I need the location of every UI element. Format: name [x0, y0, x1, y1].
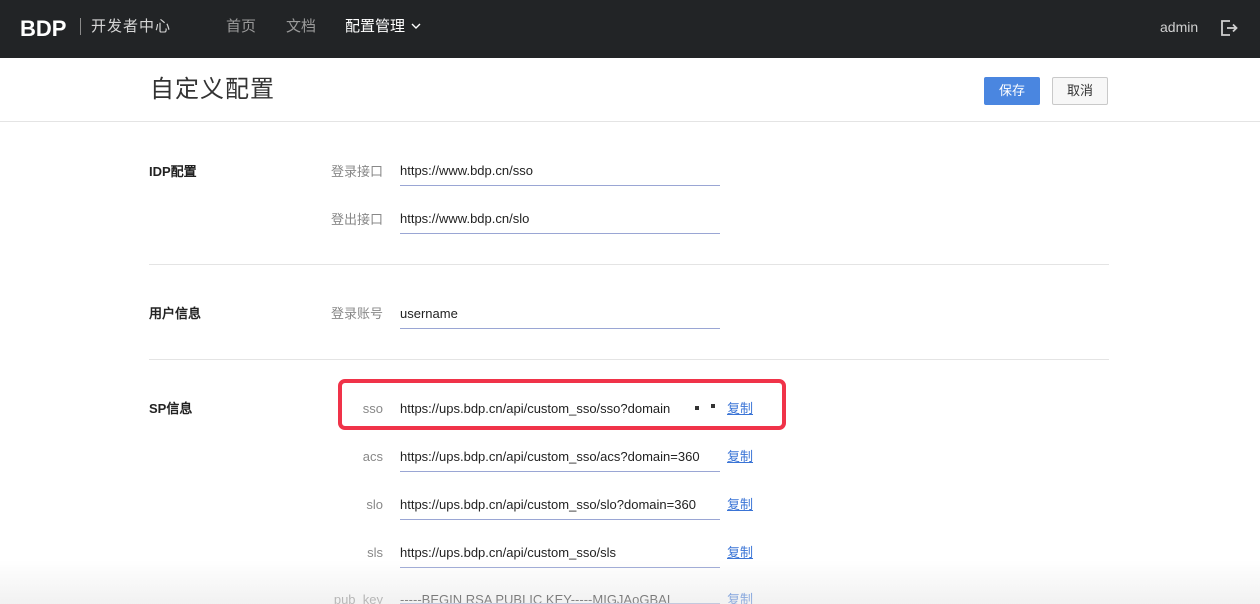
nav-config-management[interactable]: 配置管理 [345, 17, 421, 37]
field-label-sls: sls [367, 545, 383, 560]
logout-endpoint-value: https://www.bdp.cn/slo [400, 211, 530, 226]
login-account-input[interactable]: username [400, 305, 720, 329]
bdp-logo-mark: BDP [20, 17, 66, 39]
acs-url-field[interactable]: https://ups.bdp.cn/api/custom_sso/acs?do… [400, 448, 720, 472]
field-label-sso: sso [362, 401, 383, 416]
user-menu[interactable]: admin [1160, 17, 1198, 37]
section-divider [149, 359, 1109, 360]
bdp-logo[interactable]: BDP [20, 14, 74, 42]
logo-separator [80, 18, 81, 35]
field-label-acs: acs [362, 449, 383, 464]
login-endpoint-input[interactable]: https://www.bdp.cn/sso [400, 162, 720, 186]
svg-text:BDP: BDP [20, 17, 66, 39]
nav-config-management-label: 配置管理 [345, 18, 406, 35]
field-label-login-account: 登录账号 [330, 306, 383, 321]
logout-endpoint-input[interactable]: https://www.bdp.cn/slo [400, 210, 720, 234]
copy-pub-key-link[interactable]: 复制 [727, 591, 753, 604]
save-button[interactable]: 保存 [984, 77, 1040, 105]
cancel-button[interactable]: 取消 [1052, 77, 1108, 105]
sls-url-value: https://ups.bdp.cn/api/custom_sso/sls [400, 545, 617, 560]
nav-docs[interactable]: 文档 [286, 17, 316, 37]
copy-acs-link[interactable]: 复制 [727, 448, 753, 466]
login-endpoint-value: https://www.bdp.cn/sso [400, 163, 533, 178]
top-navbar: BDP 开发者中心 首页 文档 配置管理 admin [0, 0, 1260, 58]
slo-url-field[interactable]: https://ups.bdp.cn/api/custom_sso/slo?do… [400, 496, 720, 520]
field-label-slo: slo [366, 497, 383, 512]
chevron-down-icon [411, 15, 421, 35]
app-subtitle: 开发者中心 [91, 18, 172, 35]
highlight-annotation-box [338, 379, 786, 430]
pub-key-value: -----BEGIN RSA PUBLIC KEY-----MIGJAoGBAI [400, 592, 671, 604]
copy-sls-link[interactable]: 复制 [727, 544, 753, 562]
acs-url-value: https://ups.bdp.cn/api/custom_sso/acs?do… [400, 449, 700, 464]
header-divider [0, 121, 1260, 122]
slo-url-value: https://ups.bdp.cn/api/custom_sso/slo?do… [400, 497, 696, 512]
field-label-logout-endpoint: 登出接口 [330, 212, 383, 227]
login-account-value: username [400, 306, 458, 321]
copy-slo-link[interactable]: 复制 [727, 496, 753, 514]
field-label-login-endpoint: 登录接口 [330, 164, 383, 179]
sls-url-field[interactable]: https://ups.bdp.cn/api/custom_sso/sls [400, 544, 720, 568]
page-title: 自定义配置 [150, 76, 275, 103]
logout-icon[interactable] [1219, 18, 1239, 43]
pub-key-field[interactable]: -----BEGIN RSA PUBLIC KEY-----MIGJAoGBAI [400, 591, 720, 604]
field-label-pub-key: pub_key [333, 592, 383, 604]
section-divider [149, 264, 1109, 265]
nav-home[interactable]: 首页 [226, 17, 256, 37]
